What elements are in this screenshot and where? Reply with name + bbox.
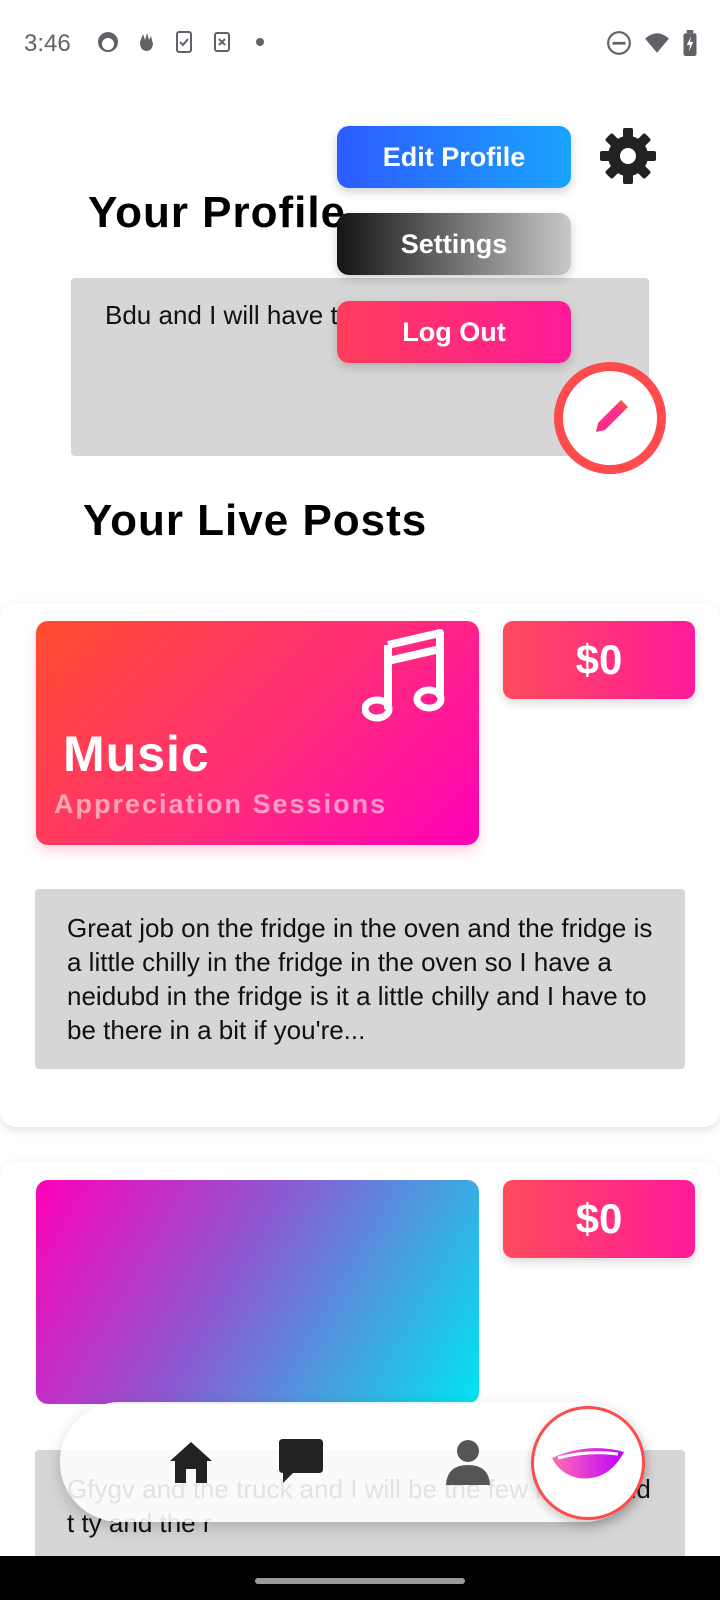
page-title: Your Profile xyxy=(88,188,347,237)
pencil-icon xyxy=(596,400,628,432)
dot-icon xyxy=(248,30,272,54)
hand-icon xyxy=(134,30,158,54)
edit-profile-button[interactable]: Edit Profile xyxy=(337,126,571,188)
face-icon xyxy=(96,30,120,54)
edit-bio-button[interactable] xyxy=(554,362,666,474)
settings-button[interactable]: Settings xyxy=(337,213,571,275)
gear-icon[interactable] xyxy=(598,126,658,186)
log-out-button[interactable]: Log Out xyxy=(337,301,571,363)
sim-icon xyxy=(210,30,234,54)
home-indicator[interactable] xyxy=(255,1578,465,1584)
clipboard-icon xyxy=(172,30,196,54)
system-icons xyxy=(606,30,698,61)
post-banner[interactable] xyxy=(36,1180,479,1404)
music-note-icon xyxy=(362,629,445,722)
notification-icons xyxy=(96,30,272,54)
chat-icon[interactable] xyxy=(271,1432,331,1492)
brand-logo-icon[interactable] xyxy=(531,1406,645,1520)
do-not-disturb-icon xyxy=(606,30,632,61)
post-subtitle: Appreciation Sessions xyxy=(54,789,388,819)
home-icon[interactable] xyxy=(161,1432,221,1492)
post-category: Music xyxy=(63,726,210,782)
status-bar: 3:46 xyxy=(0,0,720,90)
price-tag: $0 xyxy=(503,621,695,699)
post-card[interactable]: $0 Gfygv and the truck and I will be the… xyxy=(0,1162,720,1600)
profile-icon[interactable] xyxy=(438,1432,498,1492)
battery-icon xyxy=(682,30,698,61)
price-tag: $0 xyxy=(503,1180,695,1258)
post-description: Great job on the fridge in the oven and … xyxy=(35,889,685,1069)
post-banner[interactable]: Music Appreciation Sessions xyxy=(36,621,479,845)
live-posts-title: Your Live Posts xyxy=(83,496,428,545)
status-time: 3:46 xyxy=(24,30,71,57)
wifi-icon xyxy=(644,30,670,61)
post-card[interactable]: Music Appreciation Sessions $0 Great job… xyxy=(0,603,720,1127)
